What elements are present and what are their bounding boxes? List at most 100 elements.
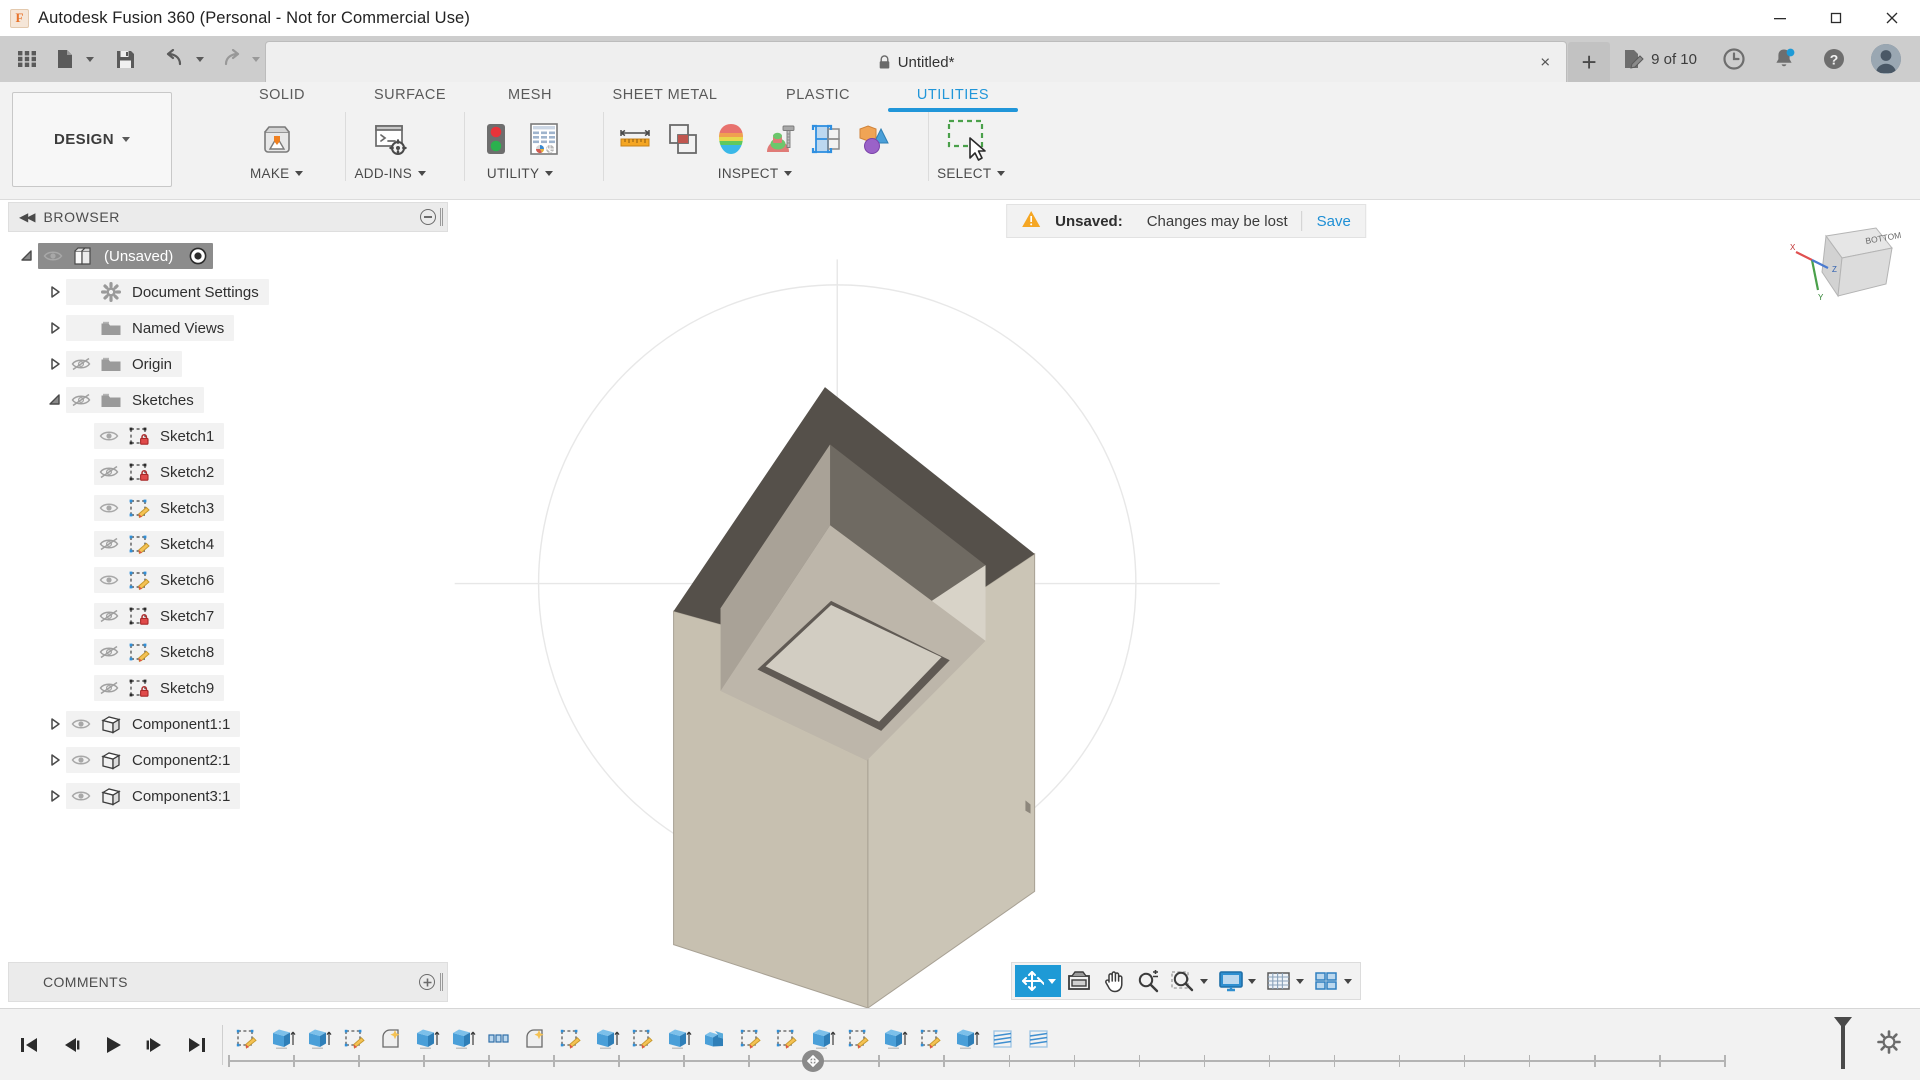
fit-caret[interactable] xyxy=(1200,978,1208,984)
timeline-node-sketch[interactable] xyxy=(229,1019,265,1059)
model-box[interactable] xyxy=(673,387,1036,1008)
go-to-end-button[interactable] xyxy=(178,1025,216,1065)
redo-caret[interactable] xyxy=(252,56,260,62)
panel-make-title[interactable]: MAKE xyxy=(250,166,304,181)
step-forward-button[interactable] xyxy=(136,1025,174,1065)
history-button[interactable] xyxy=(1710,39,1758,79)
timeline-node-fillet[interactable] xyxy=(517,1019,553,1059)
tree-item-sketch1[interactable]: Sketch1 xyxy=(0,418,452,454)
maximize-button[interactable] xyxy=(1808,0,1864,36)
panel-addins-title[interactable]: ADD-INS xyxy=(354,166,427,181)
look-at-tool[interactable] xyxy=(1061,965,1097,997)
timeline-node-combine[interactable] xyxy=(697,1019,733,1059)
timeline-node-extrude[interactable] xyxy=(265,1019,301,1059)
timeline-settings-button[interactable] xyxy=(1876,1029,1920,1060)
comments-grip[interactable] xyxy=(440,973,443,991)
timeline-track[interactable] xyxy=(228,1050,1726,1072)
visibility-toggle-icon[interactable] xyxy=(66,393,96,407)
document-tab-close-icon[interactable]: × xyxy=(1540,54,1550,71)
minimize-button[interactable] xyxy=(1752,0,1808,36)
viewports[interactable] xyxy=(1309,965,1357,997)
window-selection-icon[interactable] xyxy=(941,114,1001,164)
tree-item-sketch6[interactable]: Sketch6 xyxy=(0,562,452,598)
play-button[interactable] xyxy=(94,1025,132,1065)
display-caret[interactable] xyxy=(1248,978,1256,984)
timeline-node-extrude[interactable] xyxy=(445,1019,481,1059)
new-document-caret[interactable] xyxy=(86,56,94,62)
tree-item-unsaved[interactable]: (Unsaved) xyxy=(0,238,452,274)
tree-twist-toggle[interactable] xyxy=(44,753,66,767)
model-scene[interactable] xyxy=(452,200,1920,1008)
timeline-node-extrude[interactable] xyxy=(877,1019,913,1059)
timeline-node-sketch[interactable] xyxy=(553,1019,589,1059)
tree-item-component1-1[interactable]: Component1:1 xyxy=(0,706,452,742)
tree-item-sketch4[interactable]: Sketch4 xyxy=(0,526,452,562)
app-grid-icon[interactable] xyxy=(8,39,46,79)
timeline-node-sketch[interactable] xyxy=(625,1019,661,1059)
view-cube[interactable]: BOTTOM X Y Z xyxy=(1782,218,1902,328)
tree-item-document-settings[interactable]: Document Settings xyxy=(0,274,452,310)
redo-icon[interactable] xyxy=(212,39,250,79)
fit-tool[interactable] xyxy=(1165,965,1213,997)
visibility-toggle-icon[interactable] xyxy=(94,501,124,515)
tree-twist-toggle[interactable] xyxy=(44,717,66,731)
undo-caret[interactable] xyxy=(196,56,204,62)
save-link[interactable]: Save xyxy=(1317,213,1351,230)
tree-item-sketch9[interactable]: Sketch9 xyxy=(0,670,452,706)
interference-icon[interactable] xyxy=(660,114,706,164)
close-button[interactable] xyxy=(1864,0,1920,36)
timeline-node-extrude[interactable] xyxy=(409,1019,445,1059)
panel-inspect-title[interactable]: INSPECT xyxy=(718,166,793,181)
help-button[interactable]: ? xyxy=(1810,39,1858,79)
tree-item-named-views[interactable]: Named Views xyxy=(0,310,452,346)
visibility-toggle-icon[interactable] xyxy=(66,789,96,803)
visibility-toggle-icon[interactable] xyxy=(94,645,124,659)
undo-button[interactable] xyxy=(156,39,204,79)
orbit-caret[interactable] xyxy=(1048,978,1056,984)
add-tab-button[interactable]: + xyxy=(1568,42,1611,82)
tree-item-origin[interactable]: Origin xyxy=(0,346,452,382)
tab-sheet-metal[interactable]: SHEET METAL xyxy=(582,87,748,112)
timeline-node-extrude[interactable] xyxy=(301,1019,337,1059)
timeline-node-sketch[interactable] xyxy=(337,1019,373,1059)
document-tab[interactable]: Untitled* × xyxy=(266,42,1567,82)
tree-item-sketch8[interactable]: Sketch8 xyxy=(0,634,452,670)
timeline-node-extrude[interactable] xyxy=(661,1019,697,1059)
tab-plastic[interactable]: PLASTIC xyxy=(748,87,888,112)
step-back-button[interactable] xyxy=(52,1025,90,1065)
comments-panel[interactable]: COMMENTS xyxy=(8,962,448,1002)
timeline-node-sketch[interactable] xyxy=(769,1019,805,1059)
tree-item-sketch2[interactable]: Sketch2 xyxy=(0,454,452,490)
measure-icon[interactable] xyxy=(612,114,658,164)
timeline-node-pattern[interactable] xyxy=(481,1019,517,1059)
go-to-beginning-button[interactable] xyxy=(10,1025,48,1065)
visibility-toggle-icon[interactable] xyxy=(94,573,124,587)
tab-utilities[interactable]: UTILITIES xyxy=(888,87,1018,112)
timeline-node-thread[interactable] xyxy=(1021,1019,1057,1059)
save-icon[interactable] xyxy=(106,39,144,79)
viewport-canvas[interactable]: Unsaved: Changes may be lost Save BOTTOM… xyxy=(452,200,1920,1008)
notifications-button[interactable] xyxy=(1760,39,1808,79)
timeline-node-extrude[interactable] xyxy=(949,1019,985,1059)
timeline-end-marker-icon[interactable] xyxy=(1832,1015,1854,1071)
undo-icon[interactable] xyxy=(156,39,194,79)
tree-item-sketch3[interactable]: Sketch3 xyxy=(0,490,452,526)
new-document-icon[interactable] xyxy=(46,39,84,79)
3d-print-icon[interactable] xyxy=(254,114,300,164)
view-cube-body[interactable]: BOTTOM xyxy=(1821,227,1902,298)
section-analysis-icon[interactable] xyxy=(708,114,754,164)
tree-item-component3-1[interactable]: Component3:1 xyxy=(0,778,452,814)
workspace-selector[interactable]: DESIGN xyxy=(12,92,172,187)
timeline-node-thread[interactable] xyxy=(985,1019,1021,1059)
viewports-caret[interactable] xyxy=(1344,978,1352,984)
job-status-button[interactable]: 9 of 10 xyxy=(1610,39,1708,79)
panel-utility-title[interactable]: UTILITY xyxy=(487,166,554,181)
component-color-cycle-icon[interactable] xyxy=(852,114,898,164)
timeline-node-fillet[interactable] xyxy=(373,1019,409,1059)
orbit-tool[interactable] xyxy=(1015,965,1061,997)
visibility-toggle-icon[interactable] xyxy=(66,717,96,731)
model-state-icon[interactable] xyxy=(473,114,519,164)
new-document-button[interactable] xyxy=(46,39,94,79)
curvature-comb-icon[interactable] xyxy=(756,114,802,164)
visibility-toggle-icon[interactable] xyxy=(94,681,124,695)
